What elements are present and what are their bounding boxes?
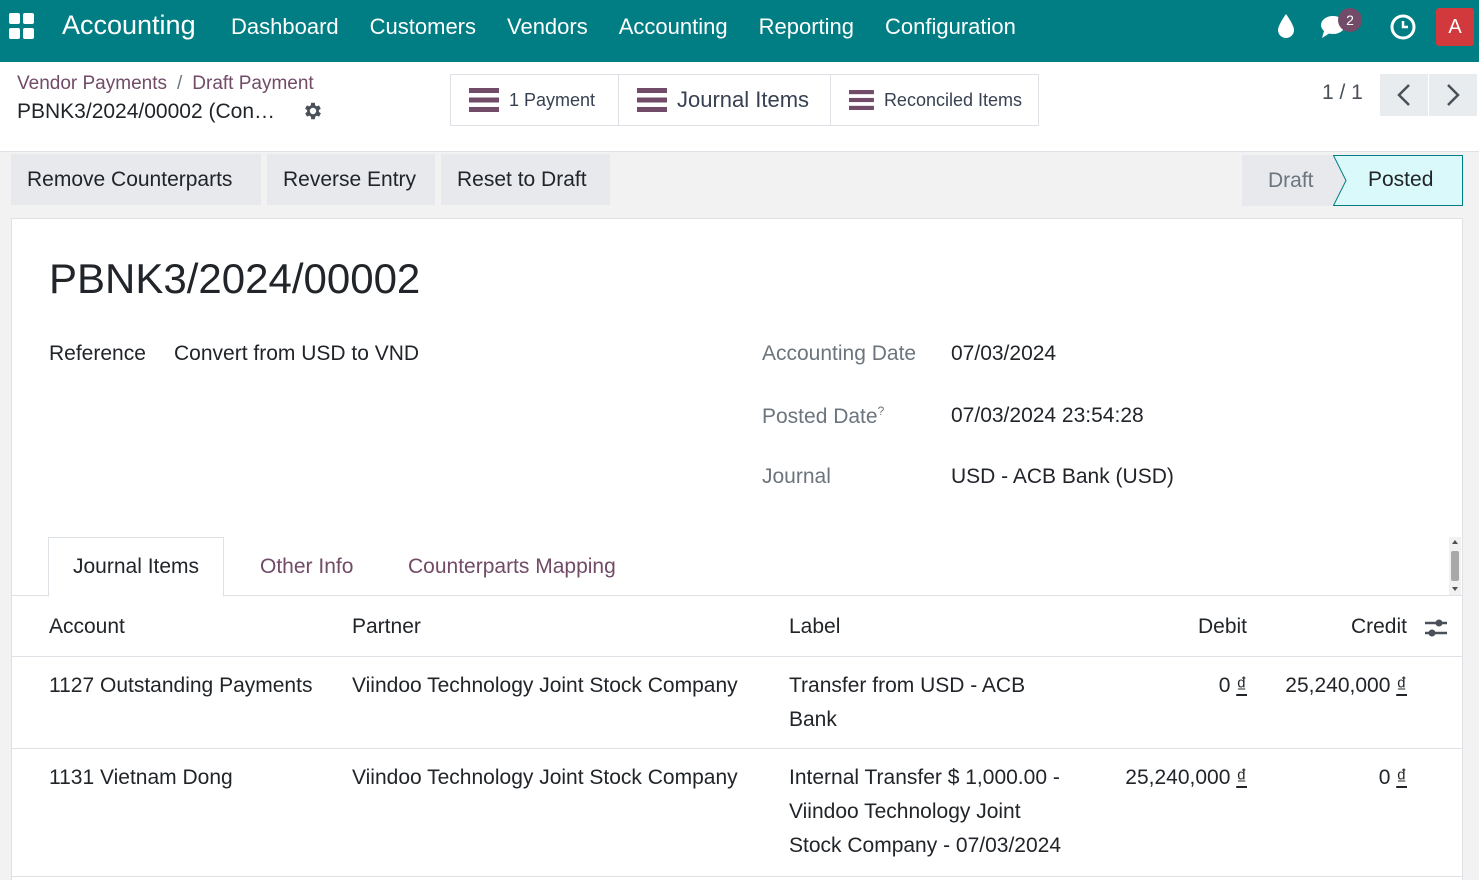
- credit-amount: 25,240,000: [1285, 674, 1391, 697]
- apps-menu-icon[interactable]: [9, 13, 35, 39]
- chevron-left-icon: [1397, 84, 1410, 106]
- accounting-date-value: 07/03/2024: [951, 342, 1057, 365]
- table-divider: [12, 876, 1462, 877]
- cell-label: Transfer from USD - ACB Bank: [789, 669, 1089, 737]
- optional-columns-toggle-icon[interactable]: [1424, 617, 1448, 644]
- breadcrumb-separator: /: [176, 73, 183, 94]
- payment-smart-button[interactable]: 1 Payment: [451, 75, 619, 125]
- journal-items-smart-button[interactable]: Journal Items: [619, 75, 831, 125]
- posted-date-help-icon[interactable]: ?: [878, 404, 885, 418]
- menu-item-accounting[interactable]: Accounting: [619, 14, 728, 40]
- menu-item-customers[interactable]: Customers: [370, 14, 476, 40]
- list-icon: [469, 88, 499, 112]
- top-navbar: Accounting Dashboard Customers Vendors A…: [0, 0, 1479, 62]
- control-panel: Vendor Payments / Draft Payment PBNK3/2024…: [0, 62, 1479, 152]
- tab-other-info[interactable]: Other Info: [260, 537, 353, 596]
- scrollbar-thumb[interactable]: [1451, 551, 1459, 581]
- label-line: Transfer from USD - ACB: [789, 674, 1026, 697]
- cell-partner: Viindoo Technology Joint Stock Company: [352, 674, 738, 697]
- activity-clock-icon[interactable]: [1390, 14, 1416, 45]
- breadcrumb-vendor-payments[interactable]: Vendor Payments: [17, 73, 167, 94]
- reference-value: Convert from USD to VND: [174, 342, 420, 365]
- column-header-label[interactable]: Label: [789, 615, 840, 639]
- pager-value[interactable]: 1 / 1: [1322, 81, 1363, 105]
- water-drop-icon[interactable]: [1276, 13, 1296, 44]
- pager-previous-button[interactable]: [1380, 74, 1428, 116]
- posted-date-label-wrap: Posted Date?: [762, 404, 884, 429]
- column-header-account[interactable]: Account: [49, 615, 125, 639]
- reconciled-items-smart-button[interactable]: Reconciled Items: [831, 75, 1038, 125]
- currency-symbol: ₫: [1236, 766, 1247, 789]
- currency-symbol: ₫: [1236, 674, 1247, 697]
- column-header-credit[interactable]: Credit: [1312, 615, 1407, 639]
- menu-item-dashboard[interactable]: Dashboard: [231, 14, 339, 40]
- cell-account: 1131 Vietnam Dong: [49, 766, 233, 789]
- tabs-scrollbar[interactable]: [1449, 537, 1461, 595]
- credit-amount: 0: [1378, 766, 1391, 789]
- tab-counterparts-mapping[interactable]: Counterparts Mapping: [408, 537, 616, 596]
- record-title: PBNK3/2024/00002: [49, 255, 421, 302]
- current-record-name: PBNK3/2024/00002 (Con…: [17, 100, 275, 123]
- column-header-partner[interactable]: Partner: [352, 615, 421, 639]
- form-sheet: PBNK3/2024/00002 Reference Convert from …: [11, 218, 1463, 880]
- user-avatar[interactable]: A: [1436, 8, 1474, 46]
- payment-button-label: 1 Payment: [509, 89, 596, 110]
- menu-item-vendors[interactable]: Vendors: [507, 14, 588, 40]
- message-count-badge: 2: [1338, 8, 1362, 32]
- journal-label: Journal: [762, 465, 831, 488]
- chevron-right-icon: [1447, 84, 1460, 106]
- scroll-up-icon: [1452, 540, 1458, 544]
- smart-buttons: 1 Payment Journal Items Reconciled Items: [450, 74, 1039, 126]
- menu-item-configuration[interactable]: Configuration: [885, 14, 1016, 40]
- scroll-down-icon: [1452, 587, 1458, 591]
- cell-debit: 0 ₫: [1092, 669, 1247, 703]
- column-header-debit[interactable]: Debit: [1162, 615, 1247, 639]
- label-line: Bank: [789, 708, 837, 731]
- status-posted-label: Posted: [1368, 168, 1434, 191]
- cell-label: Internal Transfer $ 1,000.00 - Viindoo T…: [789, 761, 1109, 863]
- debit-amount: 25,240,000: [1125, 766, 1231, 789]
- reverse-entry-button[interactable]: Reverse Entry: [267, 154, 435, 205]
- cell-debit: 25,240,000 ₫: [1092, 761, 1247, 795]
- menu-item-reporting[interactable]: Reporting: [759, 14, 854, 40]
- accounting-date-label: Accounting Date: [762, 342, 917, 365]
- notebook-tabs: Journal Items Other Info Counterparts Ma…: [12, 537, 1462, 597]
- currency-symbol: ₫: [1396, 766, 1407, 789]
- reference-label: Reference: [49, 342, 146, 365]
- breadcrumb-draft-payment[interactable]: Draft Payment: [192, 73, 313, 94]
- label-line: Internal Transfer $ 1,000.00 -: [789, 766, 1060, 789]
- cell-partner: Viindoo Technology Joint Stock Company: [352, 766, 738, 789]
- debit-amount: 0: [1218, 674, 1231, 697]
- tab-journal-items[interactable]: Journal Items: [48, 537, 225, 597]
- label-line: Viindoo Technology Joint: [789, 800, 1021, 823]
- pager-next-button[interactable]: [1429, 74, 1477, 116]
- posted-date-label: Posted Date: [762, 405, 878, 428]
- breadcrumb: Vendor Payments / Draft Payment: [17, 73, 314, 95]
- remove-counterparts-button[interactable]: Remove Counterparts: [11, 154, 261, 205]
- cell-credit: 25,240,000 ₫: [1252, 669, 1407, 703]
- list-icon: [849, 90, 874, 110]
- journal-value[interactable]: USD - ACB Bank (USD): [951, 465, 1174, 489]
- app-brand[interactable]: Accounting: [62, 10, 196, 41]
- form-statusbar: Remove Counterparts Reverse Entry Reset …: [0, 152, 1479, 218]
- journal-items-button-label: Journal Items: [677, 87, 810, 112]
- posted-date-value: 07/03/2024 23:54:28: [951, 404, 1144, 427]
- label-line: Stock Company - 07/03/2024: [789, 834, 1061, 857]
- cell-credit: 0 ₫: [1252, 761, 1407, 795]
- messages-icon[interactable]: 2: [1320, 8, 1362, 46]
- status-stage-posted[interactable]: Posted: [1333, 155, 1463, 206]
- table-divider: [12, 748, 1462, 749]
- currency-symbol: ₫: [1396, 674, 1407, 697]
- reconciled-items-button-label: Reconciled Items: [883, 89, 1022, 110]
- gear-icon[interactable]: [302, 100, 324, 127]
- main-menu: Dashboard Customers Vendors Accounting R…: [231, 14, 1047, 40]
- reset-to-draft-button[interactable]: Reset to Draft: [441, 154, 610, 205]
- cell-account: 1127 Outstanding Payments: [49, 674, 313, 697]
- table-divider: [12, 656, 1462, 657]
- list-icon: [637, 88, 667, 112]
